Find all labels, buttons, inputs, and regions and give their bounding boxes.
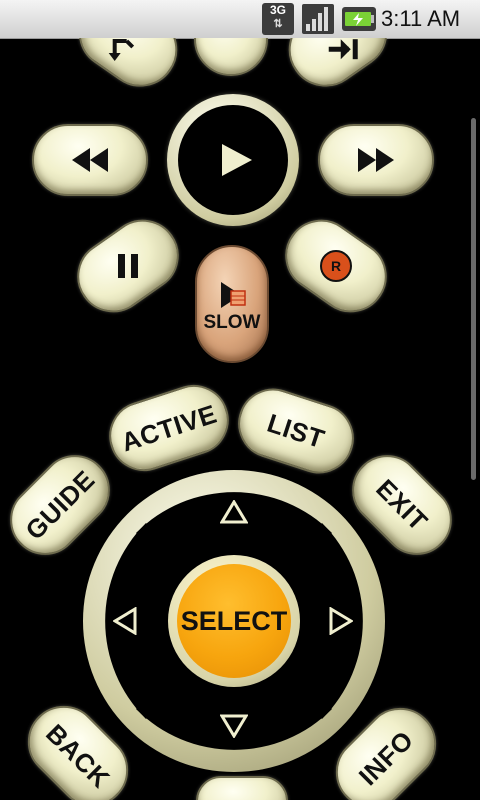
skip-forward-icon [327, 38, 361, 61]
data-activity-icon: ⇅ [273, 18, 283, 30]
active-button[interactable]: ACTIVE [100, 375, 238, 481]
replay-icon [107, 38, 137, 63]
replay-button[interactable] [64, 38, 192, 102]
fast-forward-icon [356, 147, 396, 173]
slow-motion-icon [217, 280, 247, 310]
scrollbar[interactable] [471, 118, 476, 480]
play-button-face [178, 105, 288, 215]
network-type-label: 3G [269, 3, 286, 17]
arrow-right-icon [329, 607, 353, 635]
skip-forward-button[interactable] [274, 38, 402, 102]
battery-charging-icon [342, 7, 376, 31]
rewind-icon [70, 147, 110, 173]
top-center-button[interactable] [194, 38, 268, 76]
play-icon [220, 142, 254, 178]
slow-button[interactable]: SLOW [195, 245, 269, 363]
status-bar: 3G ⇅ 3:11 AM [0, 0, 480, 39]
record-icon: R [320, 250, 352, 282]
signal-strength-icon [302, 4, 334, 34]
slow-label: SLOW [203, 312, 261, 333]
list-label: LIST [263, 407, 329, 454]
dpad-left-button[interactable] [91, 550, 161, 692]
select-label: SELECT [180, 605, 288, 636]
select-button[interactable]: SELECT [168, 555, 300, 687]
clock: 3:11 AM [381, 6, 461, 31]
arrow-down-icon [220, 714, 248, 738]
record-button[interactable]: R [271, 205, 401, 327]
select-button-face: SELECT [177, 564, 291, 678]
network-3g-icon: 3G ⇅ [262, 3, 294, 35]
bottom-center-button[interactable] [196, 776, 288, 800]
rewind-button[interactable] [32, 124, 148, 196]
dpad-up-button[interactable] [163, 478, 305, 548]
remote-control: SLOW R ACTIVE LIST GUIDE EXIT SELECT BAC… [0, 38, 480, 800]
pause-icon [116, 253, 140, 279]
list-button[interactable]: LIST [229, 379, 363, 483]
active-label: ACTIVE [117, 398, 221, 457]
dpad-right-button[interactable] [307, 550, 377, 692]
record-label: R [330, 258, 342, 274]
dpad: SELECT [83, 470, 385, 772]
pause-button[interactable] [63, 205, 193, 327]
arrow-left-icon [113, 607, 137, 635]
info-label: INFO [352, 724, 419, 791]
dpad-down-button[interactable] [163, 694, 305, 764]
play-button[interactable] [167, 94, 299, 226]
arrow-up-icon [220, 500, 248, 524]
fast-forward-button[interactable] [318, 124, 434, 196]
